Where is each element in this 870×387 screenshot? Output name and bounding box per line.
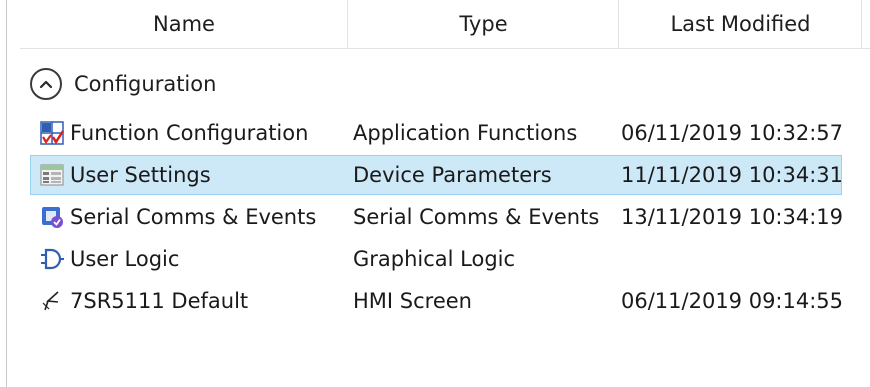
column-header-type[interactable]: Type (348, 0, 619, 48)
row-modified: 06/11/2019 09:14:55 (621, 289, 844, 313)
column-header-name-label: Name (153, 12, 215, 36)
column-header-type-label: Type (459, 12, 508, 36)
row-name: Serial Comms & Events (70, 205, 317, 229)
list-row-user-logic[interactable]: User Logic Graphical Logic (30, 239, 842, 279)
column-header-name[interactable]: Name (20, 0, 348, 48)
row-type: Application Functions (353, 121, 578, 145)
row-type: Graphical Logic (353, 247, 516, 271)
serial-comms-icon (40, 204, 64, 230)
collapse-group-button[interactable] (30, 68, 62, 100)
group-header-configuration: Configuration (30, 66, 216, 102)
row-modified: 11/11/2019 10:34:31 (621, 163, 844, 187)
logic-gate-icon (40, 246, 64, 272)
column-header-last-modified-label: Last Modified (670, 12, 811, 36)
list-row-function-configuration[interactable]: Function Configuration Application Funct… (30, 113, 844, 153)
row-name: User Logic (70, 247, 180, 271)
list-row-7sr5111-default[interactable]: 7SR5111 Default HMI Screen 06/11/2019 09… (30, 281, 844, 321)
function-config-icon (40, 120, 64, 146)
panel-left-border (6, 0, 7, 387)
list-row-user-settings[interactable]: User Settings Device Parameters 11/11/20… (30, 155, 844, 195)
row-name: Function Configuration (70, 121, 309, 145)
row-modified: 13/11/2019 10:34:19 (621, 205, 844, 229)
row-name: 7SR5111 Default (70, 289, 249, 313)
row-name: User Settings (70, 163, 211, 187)
chevron-up-icon (39, 80, 53, 89)
row-type: HMI Screen (353, 289, 472, 313)
row-type: Device Parameters (353, 163, 552, 187)
list-row-serial-comms-events[interactable]: Serial Comms & Events Serial Comms & Eve… (30, 197, 844, 237)
row-type: Serial Comms & Events (353, 205, 600, 229)
column-header-last-modified[interactable]: Last Modified (619, 0, 862, 48)
column-divider[interactable] (861, 0, 862, 48)
column-header: Name Type Last Modified (20, 0, 870, 49)
hmi-screen-icon (40, 288, 64, 314)
settings-table-icon (40, 162, 64, 188)
row-modified: 06/11/2019 10:32:57 (621, 121, 844, 145)
group-label: Configuration (74, 72, 217, 96)
